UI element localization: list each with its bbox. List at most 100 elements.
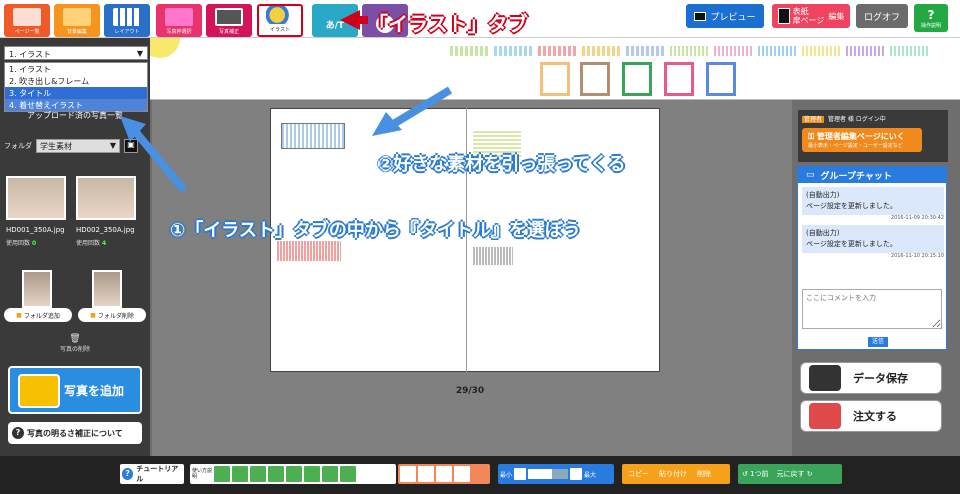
align-left-icon[interactable] xyxy=(214,466,230,482)
add-photo-button[interactable]: 写真を追加 xyxy=(8,366,142,414)
uploaded-photos-title: アップロード済の写真一覧 xyxy=(27,111,123,120)
distribute-v-icon[interactable] xyxy=(340,466,356,482)
illustration-item[interactable] xyxy=(626,46,666,56)
key-icon: ⚿ xyxy=(808,132,817,141)
folder-thumbnail[interactable] xyxy=(92,270,122,308)
comment-input[interactable] xyxy=(802,289,942,329)
category-option-title[interactable]: 3. タイトル xyxy=(5,87,147,99)
title-element[interactable] xyxy=(473,247,513,265)
delete-photo-button[interactable]: 🗑 写真の削除 xyxy=(50,334,100,353)
illustration-item[interactable] xyxy=(714,46,754,56)
add-folder-button[interactable]: ■ フォルダ追加 xyxy=(4,308,72,322)
redo-button[interactable]: 元に戻す ↻ xyxy=(777,469,813,479)
chat-timestamp: 2016-11-10 20:15:10 xyxy=(890,253,944,259)
tab-layout[interactable]: レイアウト xyxy=(104,4,150,37)
illustration-item[interactable] xyxy=(540,62,570,96)
preview-button[interactable]: プレビュー xyxy=(686,4,764,28)
illustration-item[interactable] xyxy=(582,46,622,56)
tab-photo-frame[interactable]: 写真枠選択 xyxy=(156,4,202,37)
folder-row: フォルダ 学生素材 ▼ ▣ xyxy=(4,138,144,154)
chat-timestamp: 2016-11-09 20:30:42 xyxy=(890,215,944,221)
question-icon: ? xyxy=(927,7,935,22)
brightness-help-button[interactable]: ? 写真の明るさ補正について xyxy=(8,422,142,444)
delete-button[interactable]: 削除 xyxy=(697,469,711,479)
tutorial-button[interactable]: ? チュートリアル xyxy=(120,464,184,484)
illustration-item[interactable] xyxy=(706,62,736,96)
align-right-icon[interactable] xyxy=(250,466,266,482)
tab-page-list[interactable]: ページ一覧 xyxy=(4,4,50,37)
send-backward-icon[interactable] xyxy=(436,466,452,482)
category-option[interactable]: 2. 吹き出し&フレーム xyxy=(5,75,147,87)
zoom-slider[interactable] xyxy=(528,469,569,479)
question-icon: ? xyxy=(12,427,24,439)
step2-callout: ②好きな素材を引っ張ってくる xyxy=(378,154,626,175)
order-button[interactable]: 注文する xyxy=(800,400,942,432)
tab-illustration[interactable]: イラスト xyxy=(257,4,303,37)
photo-filename: HD002_350A.jpg xyxy=(76,226,135,234)
send-back-icon[interactable] xyxy=(454,466,470,482)
illustration-item[interactable] xyxy=(670,46,710,56)
edit-tools: コピー 貼り付け 削除 xyxy=(622,464,730,484)
zoom-in-icon[interactable] xyxy=(570,468,583,480)
illustration-item[interactable] xyxy=(150,38,180,58)
logoff-button[interactable]: ログオフ xyxy=(856,4,908,28)
undo-button[interactable]: ↺ 1つ前 xyxy=(742,469,769,479)
illustration-item[interactable] xyxy=(890,46,930,56)
zoom-out-icon[interactable] xyxy=(514,468,527,480)
align-middle-icon[interactable] xyxy=(286,466,302,482)
bring-front-icon[interactable] xyxy=(400,466,416,482)
illustration-item[interactable] xyxy=(580,62,610,96)
zoom-min-button[interactable]: 最小 xyxy=(500,470,512,479)
category-dropdown[interactable]: 1. イラスト ▼ xyxy=(4,46,148,60)
illustration-item[interactable] xyxy=(846,46,886,56)
folder-plus-icon: ■ xyxy=(16,311,22,319)
copy-button[interactable]: コピー xyxy=(628,469,649,479)
question-icon: ? xyxy=(122,468,134,480)
paste-button[interactable]: 貼り付け xyxy=(659,469,687,479)
help-button[interactable]: ? 操作説明 xyxy=(914,4,948,32)
send-button[interactable]: 送信 xyxy=(868,337,888,347)
delete-folder-button[interactable]: ■ フォルダ削除 xyxy=(78,308,146,322)
cover-icon xyxy=(777,8,790,24)
folder-select[interactable]: 学生素材 ▼ xyxy=(36,139,120,153)
cover-edit-button[interactable]: 表紙 扉ページ 編集 xyxy=(772,4,850,28)
zoom-max-button[interactable]: 最大 xyxy=(584,470,596,479)
title-element[interactable] xyxy=(277,241,341,261)
admin-badge: 管理者 xyxy=(802,116,825,123)
tab-background[interactable]: 背景編集 xyxy=(54,4,100,37)
category-option[interactable]: 1. イラスト xyxy=(5,63,147,75)
zoom-tools: 最小 最大 xyxy=(498,464,614,484)
illustration-item[interactable] xyxy=(538,46,578,56)
photo-use-count: 使用回数 4 xyxy=(76,240,107,247)
distribute-h-icon[interactable] xyxy=(322,466,338,482)
align-center-icon[interactable] xyxy=(232,466,248,482)
align-bottom-icon[interactable] xyxy=(304,466,320,482)
photo-thumbnail[interactable] xyxy=(6,176,66,220)
align-top-icon[interactable] xyxy=(268,466,284,482)
tab-photo-correction[interactable]: 写真補正 xyxy=(206,4,252,37)
illustration-item[interactable] xyxy=(802,46,842,56)
illustration-item[interactable] xyxy=(622,62,652,96)
admin-box: 管理者 管理者 様 ログイン中 ⚿ 管理者編集ページにいく 最小表示・ページ設定… xyxy=(798,110,948,162)
chat-bubble-icon: ▭ xyxy=(806,170,815,180)
illustration-item[interactable] xyxy=(758,46,798,56)
illustration-item[interactable] xyxy=(494,46,534,56)
align-tools: 使い方説明 xyxy=(190,464,396,484)
save-data-button[interactable]: データ保存 xyxy=(800,362,942,394)
layer-tools xyxy=(398,464,490,484)
tab-text[interactable]: あ/T xyxy=(312,4,358,37)
text-icon: あ/T xyxy=(325,20,345,31)
admin-edit-button[interactable]: ⚿ 管理者編集ページにいく 最小表示・ページ設定・ユーザー設定など xyxy=(802,128,922,152)
illustration-item[interactable] xyxy=(450,46,490,56)
pages-icon xyxy=(13,8,41,26)
bring-forward-icon[interactable] xyxy=(418,466,434,482)
folder-view-button[interactable]: ▣ xyxy=(124,139,138,153)
photo-thumbnail[interactable] xyxy=(76,176,136,220)
triangle-down-icon: ▼ xyxy=(136,49,143,58)
photo-frame-icon xyxy=(165,8,193,26)
trash-icon: 🗑 xyxy=(69,334,81,344)
illustration-palette xyxy=(150,38,960,100)
selected-title-element[interactable] xyxy=(281,123,345,149)
folder-thumbnail[interactable] xyxy=(22,270,52,308)
illustration-item[interactable] xyxy=(664,62,694,96)
